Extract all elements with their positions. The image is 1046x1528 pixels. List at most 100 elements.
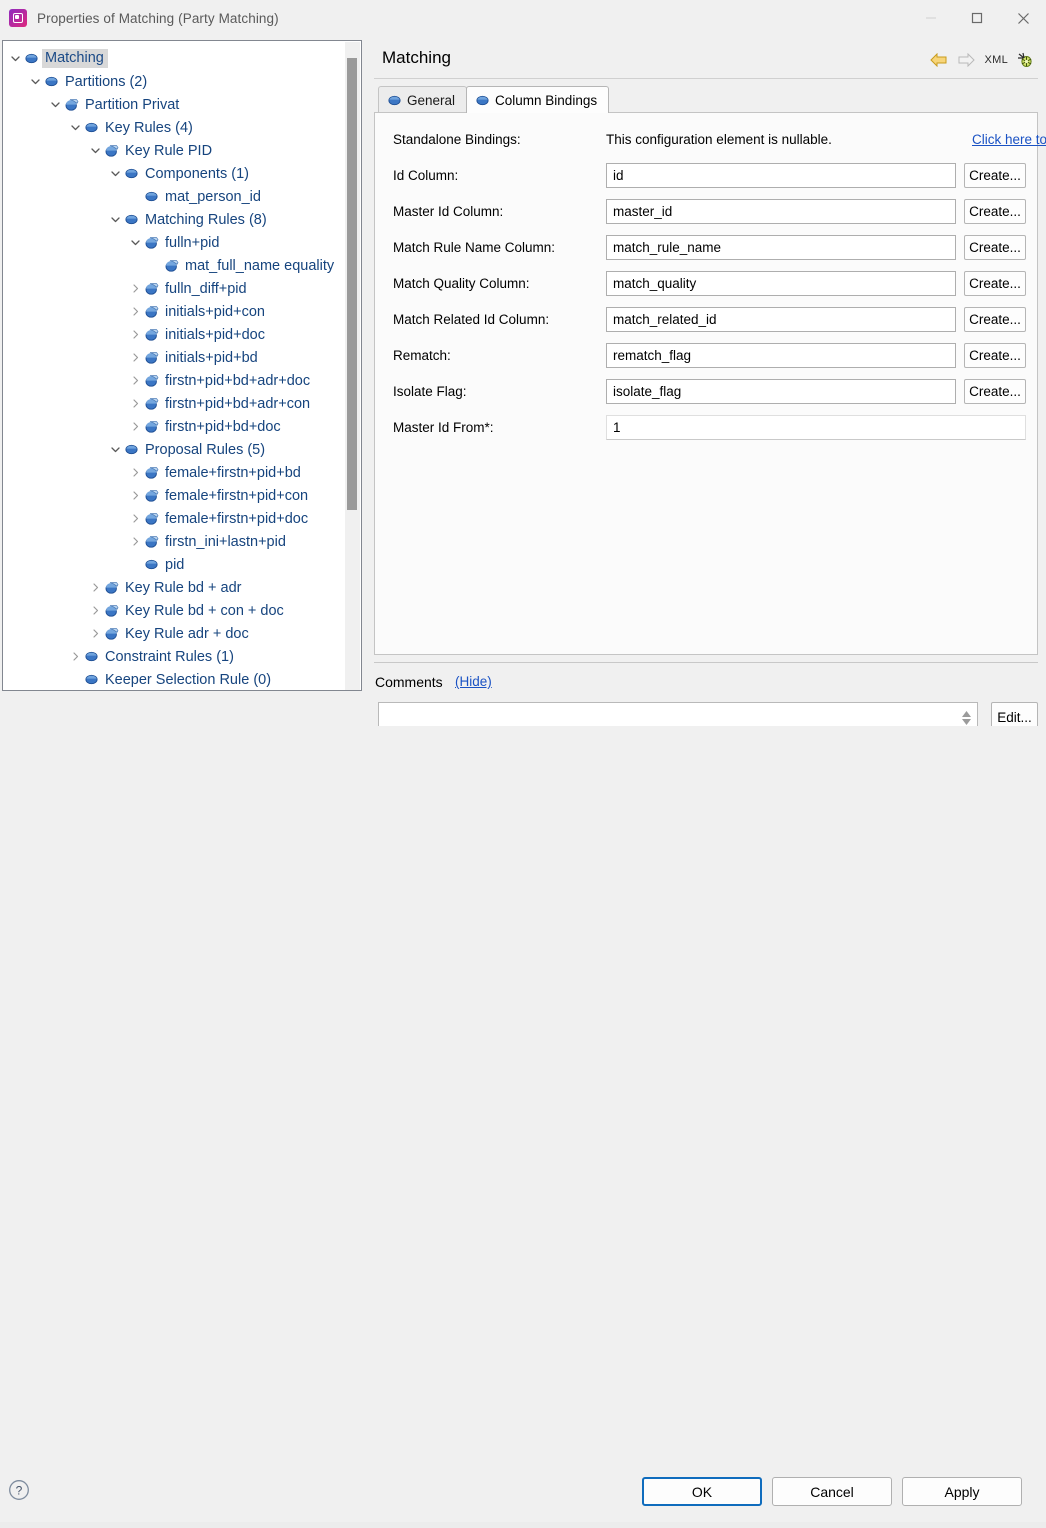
tree-node[interactable]: Key Rule bd + adr — [83, 576, 241, 599]
tree-node[interactable]: initials+pid+doc — [123, 323, 265, 346]
field-input[interactable]: match_quality — [606, 270, 956, 296]
chevron-down-icon[interactable] — [87, 143, 103, 159]
tree-scrollbar-thumb[interactable] — [347, 58, 357, 510]
apply-button[interactable]: Apply — [902, 1477, 1022, 1506]
chevron-down-icon[interactable] — [47, 97, 63, 113]
chevron-down-icon[interactable] — [7, 51, 23, 67]
chevron-down-icon[interactable] — [27, 74, 43, 90]
tree-node[interactable]: Partitions (2) — [23, 70, 147, 93]
tree-node[interactable]: Key Rule PID — [83, 139, 212, 162]
chevron-right-icon[interactable] — [127, 419, 143, 435]
tree-node[interactable]: fulln_diff+pid — [123, 277, 247, 300]
field-row: Master Id From*: 1 — [375, 409, 1039, 445]
standalone-bindings-note: This configuration element is nullable. — [606, 131, 832, 147]
create-button[interactable]: Create... — [964, 270, 1026, 296]
maximize-button[interactable] — [954, 0, 1000, 36]
chevron-right-icon[interactable] — [127, 350, 143, 366]
forward-arrow-icon[interactable] — [957, 50, 976, 70]
tree-node[interactable]: Key Rule bd + con + doc — [83, 599, 284, 622]
field-row: Match Related Id Column: match_related_id… — [375, 301, 1039, 337]
chevron-down-icon[interactable] — [67, 120, 83, 136]
node-sphere-icon — [143, 235, 160, 251]
tree-scrollbar-track[interactable] — [345, 42, 360, 690]
node-sphere-icon — [163, 258, 180, 274]
tree-node[interactable]: mat_full_name equality — [143, 254, 334, 277]
cancel-button[interactable]: Cancel — [772, 1477, 892, 1506]
tree-node[interactable]: pid — [123, 553, 184, 576]
tree-node[interactable]: Matching Rules (8) — [103, 208, 267, 231]
chevron-right-icon[interactable] — [127, 396, 143, 412]
field-input[interactable]: match_related_id — [606, 306, 956, 332]
chevron-right-icon[interactable] — [67, 649, 83, 665]
tree-node-label: female+firstn+pid+doc — [165, 510, 309, 527]
tree-node[interactable]: Matching — [3, 47, 108, 70]
tree-node[interactable]: female+firstn+pid+con — [123, 484, 308, 507]
chevron-right-icon[interactable] — [87, 580, 103, 596]
xml-icon[interactable]: XML — [984, 50, 1008, 70]
tree-node[interactable]: Proposal Rules (5) — [103, 438, 265, 461]
field-label: Match Quality Column: — [393, 275, 530, 291]
chevron-right-icon[interactable] — [127, 534, 143, 550]
chevron-right-icon[interactable] — [127, 488, 143, 504]
create-button[interactable]: Create... — [964, 198, 1026, 224]
tree-node-label: Partition Privat — [85, 96, 180, 113]
node-disc-icon — [83, 649, 100, 665]
tree-node-label: Key Rule bd + con + doc — [125, 602, 284, 619]
chevron-down-icon[interactable] — [107, 442, 123, 458]
minimize-button[interactable] — [908, 0, 954, 36]
chevron-right-icon[interactable] — [127, 327, 143, 343]
chevron-right-icon[interactable] — [127, 465, 143, 481]
field-input[interactable]: 1 — [606, 414, 1026, 440]
chevron-right-icon[interactable] — [87, 603, 103, 619]
tab-general[interactable]: General — [378, 86, 468, 113]
tree-node-label: Components (1) — [145, 165, 249, 182]
tree-node[interactable]: Components (1) — [103, 162, 249, 185]
configuration-tree[interactable]: Matching Partitions (2) Partition Privat Ke… — [2, 40, 362, 691]
erase-link[interactable]: Click here to erase it. — [972, 132, 1046, 147]
field-input[interactable]: match_rule_name — [606, 234, 956, 260]
tree-node[interactable]: initials+pid+con — [123, 300, 265, 323]
create-button[interactable]: Create... — [964, 234, 1026, 260]
close-button[interactable] — [1000, 0, 1046, 36]
tree-node[interactable]: female+firstn+pid+bd — [123, 461, 301, 484]
chevron-right-icon[interactable] — [127, 281, 143, 297]
chevron-right-icon[interactable] — [127, 373, 143, 389]
chevron-down-icon[interactable] — [127, 235, 143, 251]
ok-button[interactable]: OK — [642, 1477, 762, 1506]
chevron-right-icon[interactable] — [127, 304, 143, 320]
field-row: Isolate Flag: isolate_flag Create... — [375, 373, 1039, 409]
create-button[interactable]: Create... — [964, 378, 1026, 404]
field-input[interactable]: isolate_flag — [606, 378, 956, 404]
chevron-right-icon[interactable] — [127, 511, 143, 527]
tree-node[interactable]: fulln+pid — [123, 231, 219, 254]
tree-node[interactable]: female+firstn+pid+doc — [123, 507, 308, 530]
tree-node[interactable]: initials+pid+bd — [123, 346, 258, 369]
chevron-down-icon[interactable] — [107, 212, 123, 228]
chevron-right-icon[interactable] — [87, 626, 103, 642]
tree-node[interactable]: mat_person_id — [123, 185, 261, 208]
comments-toggle-link[interactable]: (Hide) — [455, 674, 492, 689]
create-button[interactable]: Create... — [964, 162, 1026, 188]
tree-node[interactable]: Constraint Rules (1) — [63, 645, 234, 668]
create-button[interactable]: Create... — [964, 342, 1026, 368]
tree-node[interactable]: firstn+pid+bd+doc — [123, 415, 281, 438]
chevron-down-icon[interactable] — [107, 166, 123, 182]
standalone-bindings-row: Standalone Bindings: This configuration … — [375, 121, 1046, 157]
field-input[interactable]: master_id — [606, 198, 956, 224]
tree-node[interactable]: firstn+pid+bd+adr+con — [123, 392, 310, 415]
tree-node[interactable]: firstn_ini+lastn+pid — [123, 530, 286, 553]
tree-node-label: Key Rule PID — [125, 142, 213, 159]
node-sphere-icon — [143, 350, 160, 366]
tree-node[interactable]: Keeper Selection Rule (0) — [63, 668, 271, 690]
tree-node[interactable]: Key Rules (4) — [63, 116, 193, 139]
tree-node[interactable]: firstn+pid+bd+adr+doc — [123, 369, 310, 392]
tree-node[interactable]: Key Rule adr + doc — [83, 622, 249, 645]
field-input[interactable]: id — [606, 162, 956, 188]
tab-column-bindings[interactable]: Column Bindings — [466, 86, 610, 113]
help-icon[interactable]: ? — [8, 1479, 30, 1506]
create-button[interactable]: Create... — [964, 306, 1026, 332]
debug-bug-icon[interactable] — [1017, 50, 1034, 70]
tree-node[interactable]: Partition Privat — [43, 93, 179, 116]
field-input[interactable]: rematch_flag — [606, 342, 956, 368]
back-arrow-icon[interactable] — [930, 50, 948, 70]
